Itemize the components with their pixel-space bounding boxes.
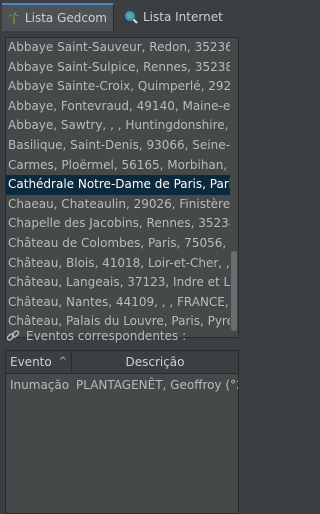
- column-header-evento[interactable]: Evento ^: [6, 351, 72, 373]
- link-icon: [6, 330, 20, 341]
- tab-label: Lista Internet: [143, 10, 223, 24]
- scrollbar[interactable]: [230, 38, 238, 337]
- places-list[interactable]: Abbaye Saint-Sauveur, Redon, 35236, Ille…: [5, 37, 239, 338]
- list-item[interactable]: Château, Blois, 41018, Loir-et-Cher, , F…: [6, 254, 238, 274]
- list-item[interactable]: Chaeau, Chateaulin, 29026, Finistère, Br…: [6, 195, 238, 215]
- list-item[interactable]: Basilique, Saint-Denis, 93066, Seine-Sai…: [6, 136, 238, 156]
- list-item[interactable]: Abbaye Saint-Sauveur, Redon, 35236, Ille…: [6, 38, 238, 58]
- cell-evento: Inumação: [10, 378, 70, 392]
- scrollbar-thumb[interactable]: [231, 251, 237, 331]
- table-row[interactable]: Inumação PLANTAGENÊT, Geoffroy (°2...: [6, 374, 238, 396]
- events-table: Evento ^ Descrição Inumação PLANTAGENÊT,…: [5, 350, 239, 514]
- palm-tree-icon: [8, 12, 20, 24]
- list-item[interactable]: Abbaye, Sawtry, , , Huntingdonshire, ANG…: [6, 116, 238, 136]
- list-item[interactable]: Cathédrale Notre-Dame de Paris, Paris, 7…: [6, 175, 238, 195]
- list-item[interactable]: Château, Langeais, 37123, Indre et Loire…: [6, 273, 238, 293]
- tab-bar: Lista Gedcom Lista Internet: [0, 0, 244, 31]
- globe-search-icon: [125, 11, 138, 24]
- column-header-descricao[interactable]: Descrição: [72, 351, 238, 373]
- list-item[interactable]: Abbaye, Fontevraud, 49140, Maine-et-Loir…: [6, 97, 238, 117]
- sort-ascending-icon: ^: [58, 356, 67, 367]
- list-item[interactable]: Chapelle des Jacobins, Rennes, 35238, Il…: [6, 214, 238, 234]
- list-item[interactable]: Abbaye Saint-Sulpice, Rennes, 35238, Ill…: [6, 58, 238, 78]
- places-rows: Abbaye Saint-Sauveur, Redon, 35236, Ille…: [6, 38, 238, 332]
- list-item[interactable]: Abbaye Sainte-Croix, Quimperlé, 29233, F…: [6, 77, 238, 97]
- cell-descricao: PLANTAGENÊT, Geoffroy (°2...: [76, 378, 238, 392]
- table-header: Evento ^ Descrição: [6, 351, 238, 374]
- events-section-header: Eventos correspondentes :: [6, 328, 186, 344]
- list-item[interactable]: Château de Colombes, Paris, 75056, Paris…: [6, 234, 238, 254]
- list-item[interactable]: Château, Nantes, 44109, , , FRANCE, ,N47…: [6, 293, 238, 313]
- tab-lista-gedcom[interactable]: Lista Gedcom: [2, 3, 114, 31]
- tab-lista-internet[interactable]: Lista Internet: [118, 3, 242, 31]
- tab-label: Lista Gedcom: [24, 11, 107, 25]
- list-item[interactable]: Carmes, Ploërmel, 56165, Morbihan, Breta…: [6, 156, 238, 176]
- events-section-label: Eventos correspondentes :: [26, 329, 187, 343]
